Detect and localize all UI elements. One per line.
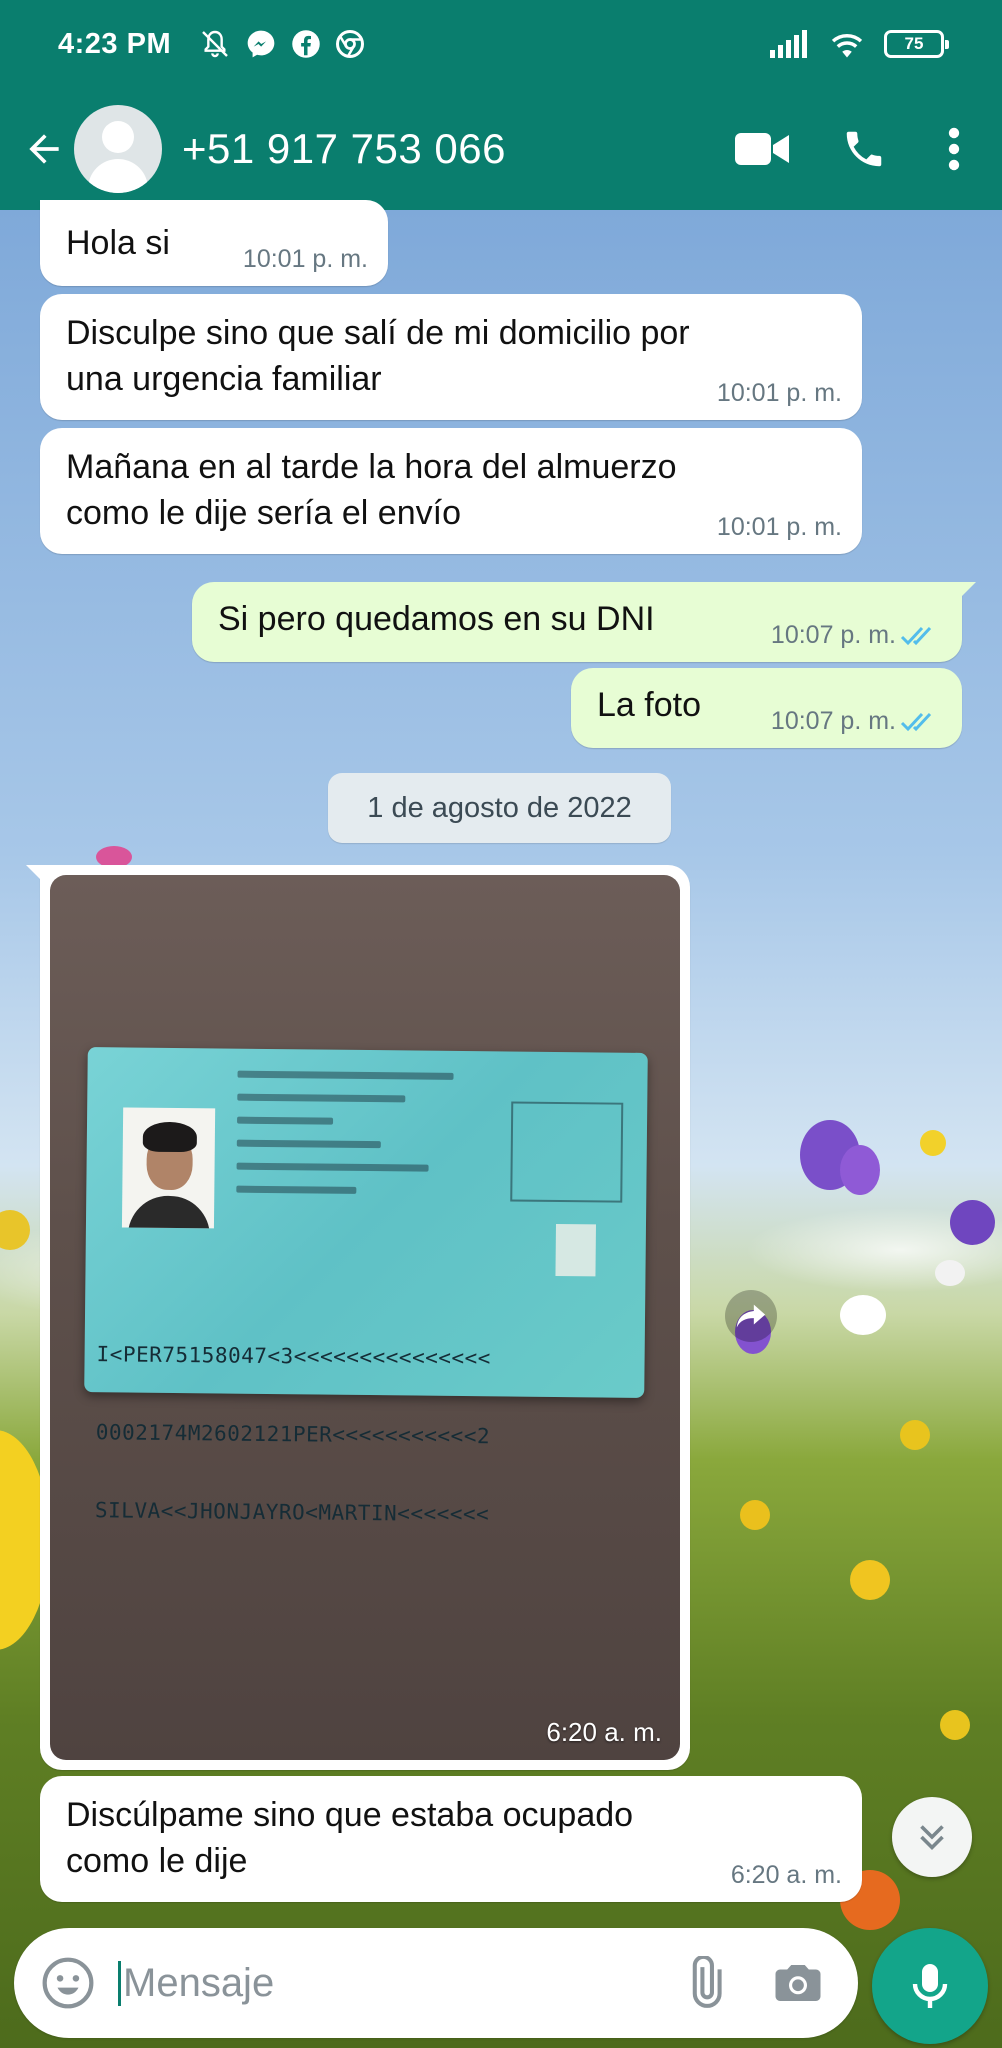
wallpaper-flower xyxy=(740,1500,770,1530)
message-text: La foto xyxy=(597,686,701,724)
bubble-tail xyxy=(954,582,976,604)
date-separator: 1 de agosto de 2022 xyxy=(328,773,671,843)
attach-button[interactable] xyxy=(664,1943,744,2023)
message-line: como le dije xyxy=(66,1842,248,1880)
message-time: 10:07 p. m. xyxy=(770,707,896,735)
message-line: Mañana en al tarde la hora del almuerzo xyxy=(66,448,677,486)
read-receipt-icon xyxy=(900,626,932,646)
message-text: Si pero quedamos en su DNI xyxy=(218,600,655,638)
id-line xyxy=(237,1070,454,1080)
phone-icon xyxy=(846,131,882,167)
more-vert-icon xyxy=(948,127,960,171)
scroll-to-bottom-button[interactable] xyxy=(892,1797,972,1877)
incoming-message[interactable]: Hola si 10:01 p. m. xyxy=(40,200,388,286)
double-chevron-down-icon xyxy=(920,1825,944,1851)
chat-header: +51 917 753 066 xyxy=(0,88,1002,210)
wallpaper-flower xyxy=(840,1145,880,1195)
photo-attachment[interactable]: I<PER75158047<3<<<<<<<<<<<<<<< 0002174M2… xyxy=(50,875,680,1760)
id-line xyxy=(237,1116,334,1125)
message-time: 10:01 p. m. xyxy=(242,245,368,273)
id-line xyxy=(236,1162,429,1172)
mic-icon xyxy=(912,1964,948,2008)
message-text: Hola si xyxy=(66,224,170,262)
id-text-lines xyxy=(236,1070,477,1212)
facebook-icon xyxy=(292,30,320,58)
outgoing-message[interactable]: Si pero quedamos en su DNI 10:07 p. m. xyxy=(192,582,976,662)
id-mrz-zone: I<PER75158047<3<<<<<<<<<<<<<<< 0002174M2… xyxy=(94,1289,491,1579)
wifi-icon xyxy=(831,34,863,58)
status-time: 4:23 PM xyxy=(58,27,172,60)
id-line xyxy=(236,1185,357,1194)
messenger-icon xyxy=(247,30,275,58)
message-text: Mañana en al tarde la hora del almuerzo … xyxy=(66,444,677,536)
mrz-line: SILVA<<JHONJAYRO<MARTIN<<<<<<< xyxy=(94,1498,490,1527)
message-time: 10:01 p. m. xyxy=(716,513,842,541)
id-line xyxy=(236,1139,381,1149)
voice-record-button[interactable] xyxy=(872,1928,988,2044)
mrz-line: I<PER75158047<3<<<<<<<<<<<<<<< xyxy=(96,1342,492,1371)
notification-icons xyxy=(199,28,365,60)
message-text: Disculpe sino que salí de mi domicilio p… xyxy=(66,310,690,402)
incoming-message[interactable]: Discúlpame sino que estaba ocupado como … xyxy=(40,1776,862,1902)
id-portrait xyxy=(121,1107,216,1229)
wallpaper-flower xyxy=(840,1295,886,1335)
incoming-message[interactable]: Mañana en al tarde la hora del almuerzo … xyxy=(40,428,862,554)
contact-name[interactable]: +51 917 753 066 xyxy=(182,125,506,173)
bubble-tail xyxy=(26,865,48,887)
emoji-button[interactable] xyxy=(28,1943,108,2023)
mrz-line: 0002174M2602121PER<<<<<<<<<<<2 xyxy=(95,1420,491,1449)
battery-indicator: 75 xyxy=(884,30,949,58)
portrait-hair xyxy=(142,1121,198,1153)
incoming-message[interactable]: Disculpe sino que salí de mi domicilio p… xyxy=(40,294,862,420)
back-button[interactable] xyxy=(14,119,74,179)
system-icons: 75 xyxy=(770,29,949,59)
voice-call-button[interactable] xyxy=(824,109,904,189)
avatar-body xyxy=(88,159,148,193)
header-actions xyxy=(722,109,1002,189)
video-call-icon xyxy=(735,133,789,165)
message-input[interactable] xyxy=(118,1960,638,2006)
outgoing-message[interactable]: La foto 10:07 p. m. xyxy=(571,668,962,748)
message-line: una urgencia familiar xyxy=(66,360,382,398)
wallpaper-flower xyxy=(935,1260,965,1286)
wallpaper-flower xyxy=(950,1200,995,1245)
message-line: como le dije sería el envío xyxy=(66,494,461,532)
silent-bell-icon xyxy=(202,30,228,58)
paperclip-icon xyxy=(692,1956,722,2008)
message-time: 6:20 a. m. xyxy=(730,1861,842,1889)
id-date-boxes xyxy=(510,1101,624,1203)
forward-icon xyxy=(736,1304,766,1328)
camera-button[interactable] xyxy=(758,1943,838,2023)
id-card-photo: I<PER75158047<3<<<<<<<<<<<<<<< 0002174M2… xyxy=(84,1047,648,1526)
id-mini-portrait xyxy=(555,1223,596,1277)
message-composer xyxy=(14,1928,858,2038)
forward-button[interactable] xyxy=(725,1290,777,1342)
wallpaper-flower xyxy=(0,1210,30,1250)
more-options-button[interactable] xyxy=(914,109,994,189)
emoji-icon xyxy=(42,1957,94,2009)
wallpaper-flower xyxy=(900,1420,930,1450)
image-time: 6:20 a. m. xyxy=(546,1717,662,1747)
status-bar: 4:23 PM 75 xyxy=(0,0,1002,88)
chrome-icon xyxy=(336,30,365,58)
id-line xyxy=(237,1093,406,1103)
wallpaper-flower xyxy=(850,1560,890,1600)
message-line: Disculpe sino que salí de mi domicilio p… xyxy=(66,314,690,352)
camera-icon xyxy=(775,1965,821,2001)
incoming-image-message[interactable]: I<PER75158047<3<<<<<<<<<<<<<<< 0002174M2… xyxy=(26,865,690,1770)
avatar-head xyxy=(102,121,134,153)
message-time: 10:07 p. m. xyxy=(770,621,896,649)
signal-icon xyxy=(770,30,807,58)
message-line: Discúlpame sino que estaba ocupado xyxy=(66,1796,634,1834)
message-time: 10:01 p. m. xyxy=(716,379,842,407)
video-call-button[interactable] xyxy=(722,109,802,189)
back-arrow-icon xyxy=(29,134,59,164)
wallpaper-flower xyxy=(940,1710,970,1740)
portrait-shoulders xyxy=(127,1195,211,1229)
contact-avatar[interactable] xyxy=(74,105,162,193)
read-receipt-icon xyxy=(900,712,932,732)
message-text: Discúlpame sino que estaba ocupado como … xyxy=(66,1792,633,1884)
wallpaper-flower xyxy=(920,1130,946,1156)
